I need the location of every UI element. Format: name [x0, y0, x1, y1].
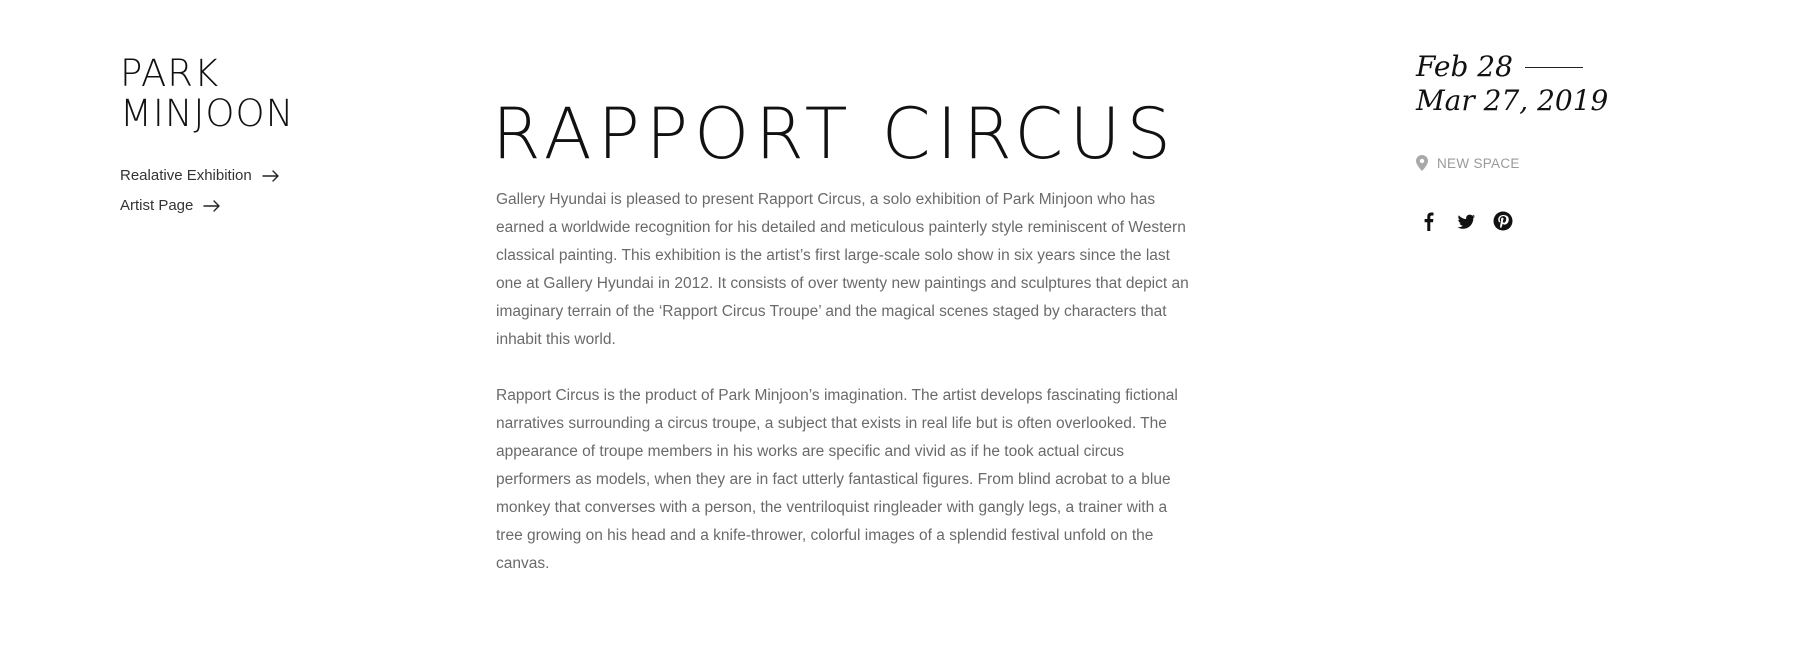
exhibition-dates: Feb 28 Mar 27, 2019 [1416, 50, 1608, 118]
end-date: Mar 27, 2019 [1416, 84, 1609, 117]
location: NEW SPACE [1416, 155, 1520, 171]
artist-name: PARK MINJOON [120, 54, 360, 134]
facebook-icon[interactable] [1418, 210, 1440, 232]
twitter-icon[interactable] [1455, 210, 1477, 232]
description-paragraph-2: Rapport Circus is the product of Park Mi… [496, 387, 1178, 572]
related-exhibition-link[interactable]: Realative Exhibition [120, 160, 280, 190]
artist-name-line2: MINJOON [120, 92, 295, 135]
location-pin-icon [1416, 155, 1428, 171]
location-label: NEW SPACE [1437, 155, 1520, 171]
side-links: Realative Exhibition Artist Page [120, 160, 280, 220]
pinterest-icon[interactable] [1492, 210, 1514, 232]
related-exhibition-label: Realative Exhibition [120, 166, 252, 184]
exhibition-description: Gallery Hyundai is pleased to present Ra… [496, 186, 1196, 606]
artist-page-link[interactable]: Artist Page [120, 190, 280, 220]
description-paragraph-1: Gallery Hyundai is pleased to present Ra… [496, 191, 1189, 348]
arrow-right-icon [262, 169, 280, 182]
date-separator-line [1524, 66, 1583, 68]
exhibition-title: RAPPORT CIRCUS [492, 92, 1177, 175]
arrow-right-icon [203, 199, 221, 212]
social-share [1418, 210, 1529, 232]
artist-name-line1: PARK [120, 52, 220, 95]
start-date: Feb 28 [1416, 50, 1513, 83]
artist-page-label: Artist Page [120, 196, 194, 214]
